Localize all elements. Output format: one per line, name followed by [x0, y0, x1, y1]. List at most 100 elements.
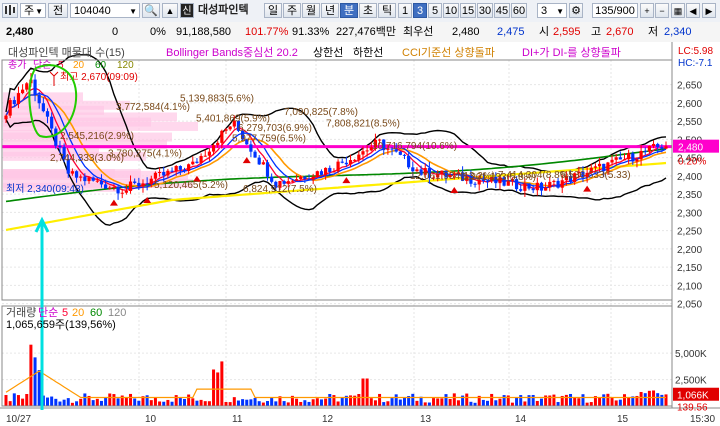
- volume-bar: [606, 393, 610, 406]
- candle-body: [328, 167, 332, 173]
- volume-bar: [382, 402, 386, 406]
- legend-lower: 하한선: [353, 45, 383, 59]
- volume-ma-20: 20: [72, 307, 84, 319]
- interval-15[interactable]: 15: [460, 3, 476, 18]
- volume-bar: [319, 399, 323, 406]
- volume-bar: [158, 401, 162, 406]
- candle-body: [348, 160, 353, 165]
- volume-bar: [598, 397, 602, 406]
- volume-bar: [357, 394, 361, 406]
- candle-body: [357, 154, 361, 160]
- candle-body: [270, 176, 274, 182]
- volume-ratio: 101.77%: [245, 26, 289, 38]
- legend-lc: LC:5.98: [678, 46, 713, 57]
- price-change: 0: [112, 26, 119, 38]
- interval-45[interactable]: 45: [494, 3, 510, 18]
- tab-period-minute[interactable]: 분: [340, 3, 358, 18]
- volume-bar: [54, 398, 58, 406]
- search-icon[interactable]: 🔍: [142, 3, 160, 18]
- chart-type-icon[interactable]: [2, 3, 18, 18]
- settings-icon[interactable]: ⚙: [569, 3, 583, 18]
- interval-30[interactable]: 30: [477, 3, 493, 18]
- volume-bar: [369, 398, 373, 406]
- time-tick-label: 10/27: [6, 414, 31, 425]
- interval-10[interactable]: 10: [443, 3, 459, 18]
- candle-body: [128, 181, 133, 191]
- volume-bar: [452, 393, 456, 406]
- candle-body: [618, 157, 622, 160]
- interval-1[interactable]: 1: [398, 3, 412, 18]
- candle-body: [116, 186, 120, 194]
- volume-profile-label: 7,090,825(7.8%): [284, 107, 358, 118]
- current-price: 2,480: [6, 26, 34, 38]
- interval-60[interactable]: 60: [511, 3, 527, 18]
- candle-body: [112, 186, 116, 188]
- scroll-right-icon[interactable]: ▶: [702, 3, 716, 18]
- zoom-out-icon[interactable]: −: [655, 3, 669, 18]
- prev-stock-icon[interactable]: ▲: [162, 3, 178, 18]
- price-tick-label: 2,650: [677, 81, 702, 92]
- price-tick-label: 2,050: [677, 300, 702, 311]
- volume-tick-label: 5,000K: [675, 349, 707, 360]
- volume-bar: [556, 402, 560, 406]
- tab-period-tick[interactable]: 틱: [378, 3, 396, 18]
- candle-body: [79, 176, 83, 178]
- candle-body: [523, 183, 527, 191]
- tab-period-week[interactable]: 주: [283, 3, 301, 18]
- candle-body: [191, 161, 195, 165]
- interval-3[interactable]: 3: [413, 3, 427, 18]
- volume-bar: [643, 393, 647, 406]
- candle-body: [41, 103, 45, 112]
- code-input[interactable]: 104040 ▼: [70, 3, 140, 18]
- volume-bar: [274, 401, 278, 406]
- volume-bar: [510, 402, 514, 406]
- volume-bar: [324, 398, 328, 406]
- period-button[interactable]: 전: [48, 3, 68, 18]
- volume-profile-label: 2,545,216(2.9%): [60, 131, 134, 142]
- quote-bar: 2,480 0 0% 91,188,580 101.77% 91.33% 227…: [0, 22, 720, 43]
- price-chart[interactable]: 5,139,883(5.6%)3,772,584(4.1%)5,401,869(…: [0, 42, 720, 426]
- grid-icon[interactable]: ▦: [671, 3, 685, 18]
- price-tick-label: 2,300: [677, 208, 702, 219]
- tab-period-year[interactable]: 년: [321, 3, 339, 18]
- candle-body: [340, 161, 344, 163]
- candle-body: [228, 126, 232, 130]
- volume-bar: [199, 399, 203, 406]
- interval-5[interactable]: 5: [428, 3, 442, 18]
- time-tick-label: 11: [232, 414, 243, 425]
- volume-bar: [253, 398, 257, 406]
- market-select[interactable]: 주 ▼: [20, 3, 46, 18]
- tab-period-second[interactable]: 초: [359, 3, 377, 18]
- volume-bar: [286, 402, 290, 406]
- candle-body: [548, 181, 552, 188]
- count-field[interactable]: 135/900: [592, 3, 638, 18]
- volume-bar: [266, 401, 270, 406]
- interval-select[interactable]: 3 ▼: [537, 3, 567, 18]
- candle-body: [8, 100, 12, 116]
- volume-ma-label: 단순: [38, 306, 58, 319]
- candle-body: [33, 79, 37, 95]
- candle-body: [207, 151, 211, 156]
- candle-body: [249, 144, 253, 152]
- candle-body: [12, 100, 16, 105]
- volume-bar: [440, 398, 444, 406]
- zoom-in-icon[interactable]: +: [640, 3, 654, 18]
- volume-bar: [386, 401, 390, 406]
- volume-bar: [664, 394, 668, 406]
- volume-bar: [104, 397, 108, 406]
- volume-bar: [75, 401, 79, 406]
- volume-bar: [523, 401, 527, 406]
- time-tick-label: 12: [322, 414, 334, 425]
- tab-period-month[interactable]: 월: [302, 3, 320, 18]
- candle-body: [45, 111, 50, 117]
- volume-bar: [614, 400, 618, 406]
- scroll-left-icon[interactable]: ◀: [686, 3, 700, 18]
- volume-bar: [378, 393, 382, 406]
- candle-body: [473, 183, 477, 185]
- tab-period-day[interactable]: 일: [264, 3, 282, 18]
- volume-profile-label: 5,201,133(5.8%): [462, 172, 536, 183]
- volume-bar: [249, 399, 253, 406]
- volume-profile-label: 3,772,584(4.1%): [116, 102, 190, 113]
- candle-body: [311, 176, 315, 180]
- volume-bar: [398, 399, 402, 406]
